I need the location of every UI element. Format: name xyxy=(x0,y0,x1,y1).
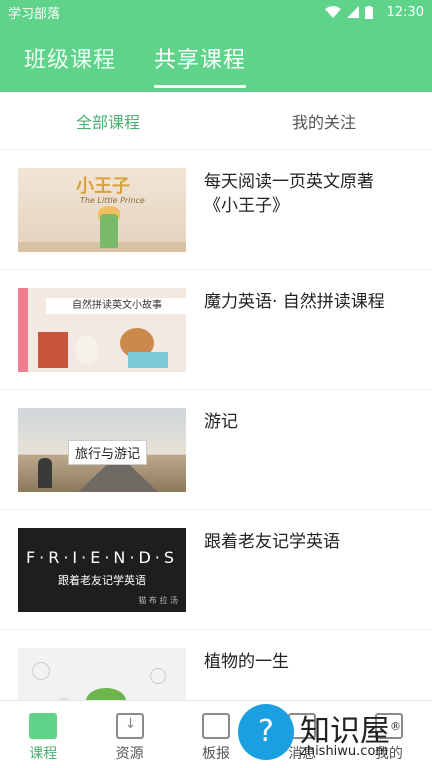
subtab-all-courses[interactable]: 全部课程 xyxy=(0,92,216,149)
thumbnail-mark: 猫 布 拉 汤 xyxy=(138,596,178,605)
thumbnail-text: 小王子 xyxy=(76,176,130,197)
thumbnail-subtext: 跟着老友记学英语 xyxy=(58,574,146,587)
tab-class-courses[interactable]: 班级课程 xyxy=(24,42,116,74)
course-thumbnail: 旅行与游记 xyxy=(18,408,186,492)
system-icons: 12:30 xyxy=(324,4,424,20)
watermark-logo-icon: ? xyxy=(238,704,294,760)
nav-courses[interactable]: 课程 xyxy=(0,701,86,768)
course-thumbnail: 小王子 The Little Prince xyxy=(18,168,186,252)
board-icon xyxy=(202,713,231,739)
illustration-prince xyxy=(100,214,118,248)
nav-label: 资源 xyxy=(115,746,144,762)
illustration-fireplace xyxy=(38,332,68,368)
course-title: 跟着老友记学英语 xyxy=(204,532,340,552)
thumbnail-subtext: The Little Prince xyxy=(80,196,145,205)
subtab-my-follows[interactable]: 我的关注 xyxy=(216,92,432,149)
course-item[interactable]: 小王子 The Little Prince 每天阅读一页英文原著《小王子》 xyxy=(0,150,432,270)
wifi-icon xyxy=(324,6,341,18)
status-app-name: 学习部落 xyxy=(8,6,61,22)
course-title: 游记 xyxy=(204,412,238,432)
battery-icon xyxy=(364,5,373,19)
nav-label: 板报 xyxy=(202,746,231,762)
course-thumbnail: F·R·I·E·N·D·S 跟着老友记学英语 猫 布 拉 汤 xyxy=(18,528,186,612)
thumbnail-text: F·R·I·E·N·D·S xyxy=(25,548,179,567)
header: 班级课程 共享课程 xyxy=(0,24,432,92)
signal-icon xyxy=(346,6,359,18)
course-title: 每天阅读一页英文原著《小王子》 xyxy=(204,172,374,216)
status-bar: 学习部落 12:30 xyxy=(0,0,432,24)
illustration-doodle xyxy=(32,662,50,680)
thumbnail-text: 旅行与游记 xyxy=(68,440,148,465)
book-icon xyxy=(29,713,58,739)
illustration-book xyxy=(128,352,168,368)
tab-shared-courses[interactable]: 共享课程 xyxy=(154,42,247,88)
nav-resources[interactable]: 资源 xyxy=(86,701,172,768)
course-item[interactable]: 旅行与游记 游记 xyxy=(0,390,432,510)
nav-label: 课程 xyxy=(29,746,58,762)
course-item[interactable]: F·R·I·E·N·D·S 跟着老友记学英语 猫 布 拉 汤 跟着老友记学英语 xyxy=(0,510,432,630)
illustration-bunny xyxy=(76,336,98,364)
thumbnail-text: 自然拼读英文小故事 xyxy=(46,298,186,314)
watermark-url: zhishiwu.com xyxy=(300,744,389,759)
course-item[interactable]: 自然拼读英文小故事 魔力英语· 自然拼读课程 xyxy=(0,270,432,390)
illustration-doodle xyxy=(150,668,166,684)
status-time: 12:30 xyxy=(386,4,424,20)
course-title: 魔力英语· 自然拼读课程 xyxy=(204,292,385,312)
course-title: 植物的一生 xyxy=(204,652,289,672)
download-icon xyxy=(115,713,144,739)
subtabs: 全部课程 我的关注 xyxy=(0,92,432,150)
illustration-traveler xyxy=(38,458,52,488)
course-thumbnail: 自然拼读英文小故事 xyxy=(18,288,186,372)
course-list: 小王子 The Little Prince 每天阅读一页英文原著《小王子》 自然… xyxy=(0,150,432,750)
